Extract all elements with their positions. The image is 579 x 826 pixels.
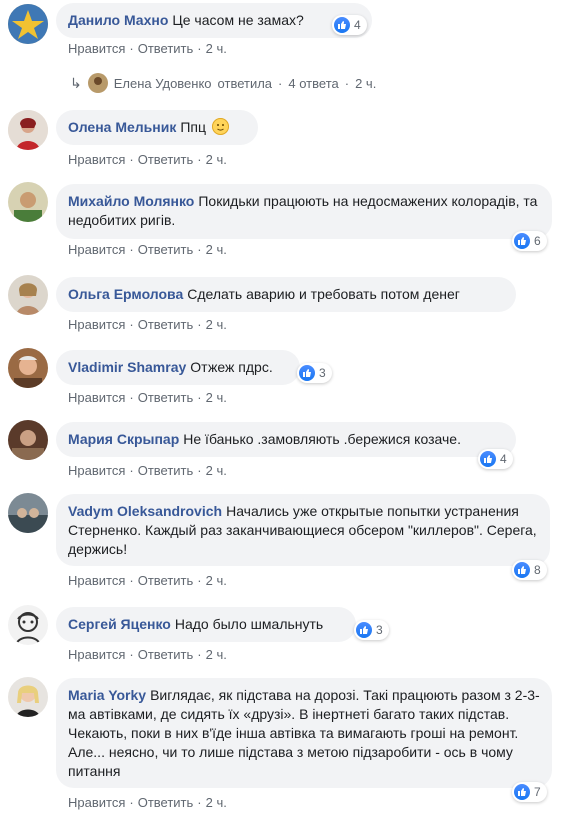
like-link[interactable]: Нравится xyxy=(68,242,125,257)
avatar[interactable] xyxy=(8,182,48,222)
reaction-count[interactable]: 7 xyxy=(512,782,547,802)
reply-link[interactable]: Ответить xyxy=(138,647,194,662)
reaction-count[interactable]: 3 xyxy=(354,620,389,640)
reaction-count[interactable]: 4 xyxy=(332,15,367,35)
avatar[interactable] xyxy=(8,493,48,533)
like-link[interactable]: Нравится xyxy=(68,152,125,167)
like-icon xyxy=(514,233,530,249)
comment-text: Це часом не замах? xyxy=(172,12,304,28)
comment-actions: Нравится · Ответить · 2 ч. xyxy=(68,242,227,257)
comment-time[interactable]: 2 ч. xyxy=(206,573,227,588)
avatar xyxy=(87,73,108,93)
comment-author[interactable]: Vadym Oleksandrovich xyxy=(68,503,222,519)
comment-bubble: Данило Махно Це часом не замах? xyxy=(56,3,372,38)
reaction-count[interactable]: 6 xyxy=(512,231,547,251)
reaction-count[interactable]: 4 xyxy=(478,449,513,469)
reply-link[interactable]: Ответить xyxy=(138,152,194,167)
like-icon xyxy=(356,622,372,638)
avatar[interactable] xyxy=(8,420,48,460)
comment-actions: Нравится · Ответить · 2 ч. xyxy=(68,41,227,56)
like-link[interactable]: Нравится xyxy=(68,795,125,810)
comment-time[interactable]: 2 ч. xyxy=(206,390,227,405)
replies-summary[interactable]: ↳ Елена Удовенко ответила · 4 ответа · 2… xyxy=(70,73,376,93)
comment-bubble: Михайло Молянко Покидьки працюють на недо… xyxy=(56,184,552,239)
like-link[interactable]: Нравится xyxy=(68,390,125,405)
comment-time[interactable]: 2 ч. xyxy=(206,242,227,257)
like-icon xyxy=(299,365,315,381)
like-icon xyxy=(514,562,530,578)
like-icon xyxy=(334,17,350,33)
like-link[interactable]: Нравится xyxy=(68,573,125,588)
comment-time[interactable]: 2 ч. xyxy=(206,463,227,478)
comment-author[interactable]: Сергей Яценко xyxy=(68,616,171,632)
avatar[interactable] xyxy=(8,348,48,388)
comment-time[interactable]: 2 ч. xyxy=(206,41,227,56)
comment-bubble: Vladimir Shamray Отжеж пдрс. xyxy=(56,350,300,385)
comment-bubble: Мария Скрыпар Не їбанько .замовляють .бер… xyxy=(56,422,516,457)
like-link[interactable]: Нравится xyxy=(68,41,125,56)
avatar[interactable] xyxy=(8,275,48,315)
comment-author[interactable]: Данило Махно xyxy=(68,12,168,28)
comment-bubble: Maria Yorky Виглядає, як підстава на доро… xyxy=(56,678,552,788)
comment-bubble: Сергей Яценко Надо было шмальнуть xyxy=(56,607,356,642)
avatar[interactable] xyxy=(8,677,48,717)
comment-actions: Нравится · Ответить · 2 ч. xyxy=(68,463,227,478)
avatar[interactable] xyxy=(8,4,48,44)
comment-author[interactable]: Михайло Молянко xyxy=(68,193,194,209)
comment-author[interactable]: Maria Yorky xyxy=(68,687,146,703)
comment-time[interactable]: 2 ч. xyxy=(206,317,227,332)
like-icon xyxy=(480,451,496,467)
comment-bubble: Ольга Ермолова Сделать аварию и требовать… xyxy=(56,277,516,312)
comment-time[interactable]: 2 ч. xyxy=(206,647,227,662)
comment-author[interactable]: Vladimir Shamray xyxy=(68,359,186,375)
comment-actions: Нравится · Ответить · 2 ч. xyxy=(68,152,227,167)
comment-text: Надо было шмальнуть xyxy=(174,616,324,632)
like-link[interactable]: Нравится xyxy=(68,317,125,332)
comment-actions: Нравится · Ответить · 2 ч. xyxy=(68,647,227,662)
comment-bubble: Vadym Oleksandrovich Начались уже открыты… xyxy=(56,494,550,566)
comment-text: Отжеж пдрс. xyxy=(190,359,273,375)
avatar[interactable] xyxy=(8,605,48,645)
like-link[interactable]: Нравится xyxy=(68,463,125,478)
slightly-smiling-face-icon xyxy=(211,118,229,135)
reply-link[interactable]: Ответить xyxy=(138,41,194,56)
comment-text: Ппц xyxy=(180,119,207,135)
reply-link[interactable]: Ответить xyxy=(138,317,194,332)
comment-actions: Нравится · Ответить · 2 ч. xyxy=(68,795,227,810)
reaction-count[interactable]: 8 xyxy=(512,560,547,580)
comment-bubble: Олена Мельник Ппц xyxy=(56,110,258,145)
comment-text: Не їбанько .замовляють .бережися козаче. xyxy=(183,431,461,447)
comment-actions: Нравится · Ответить · 2 ч. xyxy=(68,390,227,405)
reply-link[interactable]: Ответить xyxy=(138,390,194,405)
comment-time[interactable]: 2 ч. xyxy=(206,152,227,167)
reaction-count[interactable]: 3 xyxy=(297,363,332,383)
like-icon xyxy=(514,784,530,800)
comment-actions: Нравится · Ответить · 2 ч. xyxy=(68,317,227,332)
comment-author[interactable]: Ольга Ермолова xyxy=(68,286,183,302)
avatar[interactable] xyxy=(8,110,48,150)
comment-actions: Нравится · Ответить · 2 ч. xyxy=(68,573,227,588)
like-link[interactable]: Нравится xyxy=(68,647,125,662)
reply-link[interactable]: Ответить xyxy=(138,242,194,257)
reply-link[interactable]: Ответить xyxy=(138,463,194,478)
reply-link[interactable]: Ответить xyxy=(138,795,194,810)
comment-time[interactable]: 2 ч. xyxy=(206,795,227,810)
comment-text: Сделать аварию и требовать потом денег xyxy=(187,286,460,302)
comment-author[interactable]: Олена Мельник xyxy=(68,119,176,135)
reply-link[interactable]: Ответить xyxy=(138,573,194,588)
reply-arrow-icon: ↳ xyxy=(70,74,82,91)
comment-author[interactable]: Мария Скрыпар xyxy=(68,431,179,447)
